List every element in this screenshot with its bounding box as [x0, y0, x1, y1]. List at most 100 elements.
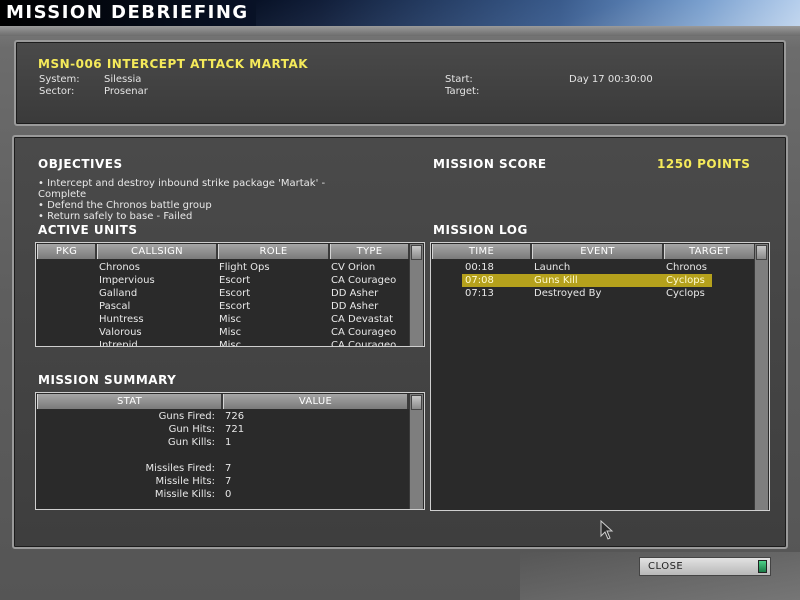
title-underline — [0, 26, 800, 36]
table-row: Gun Kills: 1 — [37, 436, 409, 449]
callsign-cell: Galland — [99, 288, 138, 299]
table-row[interactable]: Pascal Escort DD Asher — [37, 300, 409, 313]
table-row: Missile Kills: 0 — [37, 488, 409, 501]
role-cell: Misc — [219, 340, 242, 347]
type-cell: CA Devastat — [331, 314, 394, 325]
active-units-header: PKG CALLSIGN ROLE TYPE — [37, 244, 410, 259]
role-cell: Flight Ops — [219, 262, 270, 273]
value-cell: 726 — [225, 411, 245, 422]
table-row[interactable]: Valorous Misc CA Courageo — [37, 326, 409, 339]
target-label: Target: — [445, 86, 480, 97]
table-row[interactable]: 07:13 Destroyed By Cyclops — [462, 287, 712, 300]
objective-item: Complete — [38, 189, 87, 200]
target-cell: Cyclops — [666, 288, 705, 299]
value-cell: 721 — [225, 424, 245, 435]
sector-value: Prosenar — [104, 86, 148, 97]
column-header-time[interactable]: TIME — [432, 244, 532, 259]
close-button[interactable]: CLOSE — [639, 557, 771, 576]
event-cell: Guns Kill — [534, 275, 578, 286]
start-value: Day 17 00:30:00 — [569, 74, 653, 85]
column-header-pkg[interactable]: PKG — [37, 244, 97, 259]
stat-cell: Gun Hits: — [168, 424, 215, 435]
type-cell: DD Asher — [331, 301, 379, 312]
objective-item: • Intercept and destroy inbound strike p… — [38, 178, 326, 189]
start-label: Start: — [445, 74, 473, 85]
stat-cell: Missile Hits: — [155, 476, 215, 487]
table-row[interactable]: Huntress Misc CA Devastat — [37, 313, 409, 326]
column-header-type[interactable]: TYPE — [330, 244, 410, 259]
column-header-target[interactable]: TARGET — [664, 244, 756, 259]
table-row: Missile Hits: 7 — [37, 475, 409, 488]
mission-log-header: TIME EVENT TARGET — [432, 244, 756, 259]
table-row[interactable]: Intrepid Misc CA Courageo — [37, 339, 409, 347]
table-row[interactable]: 07:08 Guns Kill Cyclops — [462, 274, 712, 287]
stat-cell: Missile Kills: — [154, 489, 215, 500]
table-row: Missiles Fired: 7 — [37, 462, 409, 475]
callsign-cell: Intrepid — [99, 340, 138, 347]
mission-title: MSN-006 INTERCEPT ATTACK MARTAK — [38, 57, 309, 71]
mission-summary-header: STAT VALUE — [37, 394, 409, 409]
value-cell: 0 — [225, 489, 232, 500]
role-cell: Misc — [219, 327, 242, 338]
column-header-callsign[interactable]: CALLSIGN — [97, 244, 218, 259]
time-cell: 00:18 — [465, 262, 494, 273]
active-units-heading: ACTIVE UNITS — [38, 223, 138, 237]
scroll-thumb[interactable] — [411, 245, 422, 260]
callsign-cell: Pascal — [99, 301, 131, 312]
time-cell: 07:13 — [465, 288, 494, 299]
mission-score-value: 1250 POINTS — [657, 157, 751, 171]
type-cell: CA Courageo — [331, 275, 397, 286]
table-row: Guns Fired: 726 — [37, 410, 409, 423]
mission-score-label: MISSION SCORE — [433, 157, 547, 171]
callsign-cell: Impervious — [99, 275, 155, 286]
table-row[interactable]: Impervious Escort CA Courageo — [37, 274, 409, 287]
stat-cell: Missiles Fired: — [145, 463, 216, 474]
column-header-role[interactable]: ROLE — [218, 244, 330, 259]
column-header-stat[interactable]: STAT — [37, 394, 223, 409]
sector-label: Sector: — [39, 86, 75, 97]
type-cell: CV Orion — [331, 262, 376, 273]
close-button-label: CLOSE — [648, 561, 684, 572]
stat-cell: Gun Kills: — [167, 437, 215, 448]
status-led-icon — [758, 560, 767, 573]
mission-summary-scrollbar[interactable] — [409, 394, 423, 509]
role-cell: Escort — [219, 301, 251, 312]
objectives-list: • Intercept and destroy inbound strike p… — [38, 178, 378, 222]
column-header-value[interactable]: VALUE — [223, 394, 409, 409]
role-cell: Escort — [219, 275, 251, 286]
event-cell: Destroyed By — [534, 288, 602, 299]
callsign-cell: Chronos — [99, 262, 140, 273]
type-cell: DD Asher — [331, 288, 379, 299]
scroll-thumb[interactable] — [411, 395, 422, 410]
objective-item: • Return safely to base - Failed — [38, 211, 193, 222]
mission-log-heading: MISSION LOG — [433, 223, 528, 237]
active-units-table: PKG CALLSIGN ROLE TYPE Chronos Flight Ops… — [35, 242, 425, 347]
scroll-thumb[interactable] — [756, 245, 767, 260]
mission-summary-table: STAT VALUE Guns Fired: 726 Gun Hits: 721 Gun… — [35, 392, 425, 510]
objective-item: • Defend the Chronos battle group — [38, 200, 212, 211]
table-row[interactable]: Chronos Flight Ops CV Orion — [37, 261, 409, 274]
title-bar: MISSION DEBRIEFING — [0, 0, 800, 26]
target-cell: Cyclops — [666, 275, 705, 286]
active-units-scrollbar[interactable] — [409, 244, 423, 346]
table-row[interactable]: 00:18 Launch Chronos — [462, 261, 712, 274]
mission-log-table: TIME EVENT TARGET 00:18 Launch Chronos 07:0… — [430, 242, 770, 511]
type-cell: CA Courageo — [331, 327, 397, 338]
callsign-cell: Valorous — [99, 327, 142, 338]
role-cell: Escort — [219, 288, 251, 299]
table-row — [37, 449, 409, 462]
role-cell: Misc — [219, 314, 242, 325]
value-cell: 7 — [225, 476, 232, 487]
table-row: Gun Hits: 721 — [37, 423, 409, 436]
mission-summary-heading: MISSION SUMMARY — [38, 373, 177, 387]
system-label: System: — [39, 74, 80, 85]
value-cell: 7 — [225, 463, 232, 474]
window-title: MISSION DEBRIEFING — [6, 2, 249, 23]
type-cell: CA Courageo — [331, 340, 397, 347]
table-row[interactable]: Galland Escort DD Asher — [37, 287, 409, 300]
column-header-event[interactable]: EVENT — [532, 244, 664, 259]
system-value: Silessia — [104, 74, 142, 85]
target-cell: Chronos — [666, 262, 707, 273]
objectives-heading: OBJECTIVES — [38, 157, 123, 171]
mission-log-scrollbar[interactable] — [754, 244, 768, 510]
